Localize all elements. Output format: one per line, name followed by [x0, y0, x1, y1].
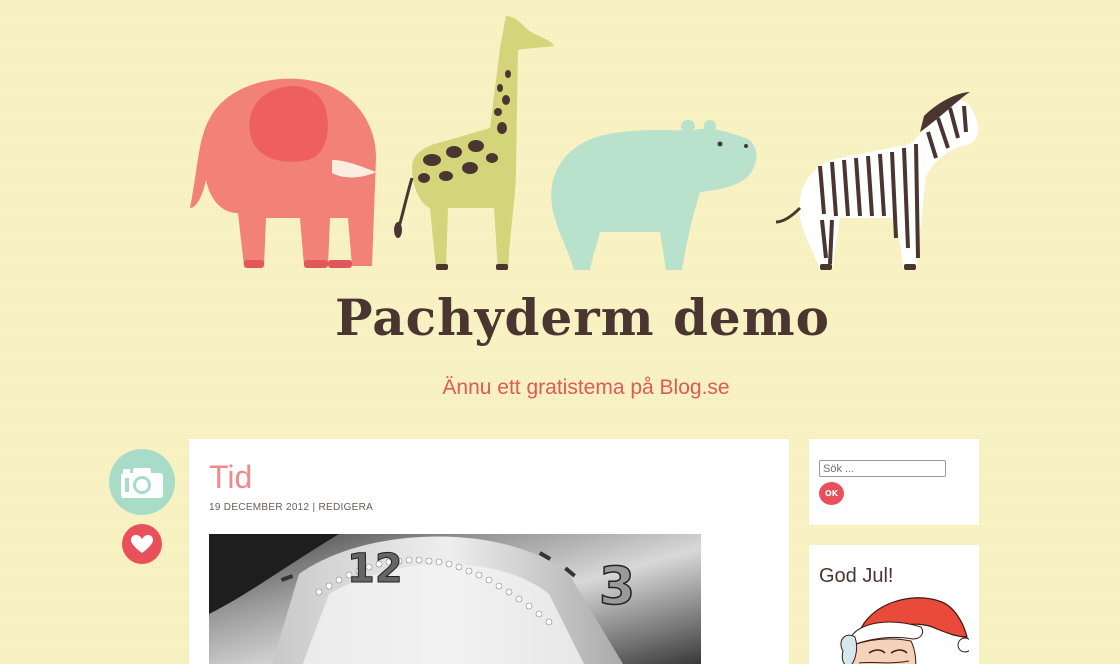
site-title[interactable]: Pachyderm demo [0, 288, 1120, 347]
site-tagline: Ännu ett gratistema på Blog.se [442, 376, 730, 399]
search-input[interactable] [819, 460, 946, 477]
post-meta: 19 December 2012 | Redigera [209, 502, 373, 513]
post-card: Tid 19 December 2012 | Redigera [189, 439, 789, 664]
header-animals-illustration [190, 16, 978, 271]
zebra-illustration [775, 92, 978, 271]
giraffe-illustration [394, 16, 554, 270]
camera-icon[interactable] [109, 449, 175, 515]
santa-illustration [840, 597, 969, 664]
post-title-link[interactable]: Tid [209, 459, 252, 496]
post-format-icons [109, 449, 175, 564]
edit-link[interactable]: Redigera [319, 502, 374, 513]
post-image-watch[interactable]: 12 3 [209, 534, 701, 664]
heart-icon[interactable] [122, 524, 162, 564]
svg-text:12: 12 [347, 546, 403, 592]
meta-separator: | [312, 502, 316, 513]
god-jul-widget: God Jul! [809, 545, 979, 664]
svg-text:3: 3 [599, 557, 635, 617]
search-widget: OK [809, 439, 979, 525]
widget-title: God Jul! [819, 565, 894, 587]
hippo-illustration [551, 120, 757, 270]
elephant-illustration [190, 78, 376, 268]
search-ok-button[interactable]: OK [819, 482, 844, 505]
post-date: 19 December 2012 [209, 502, 310, 513]
